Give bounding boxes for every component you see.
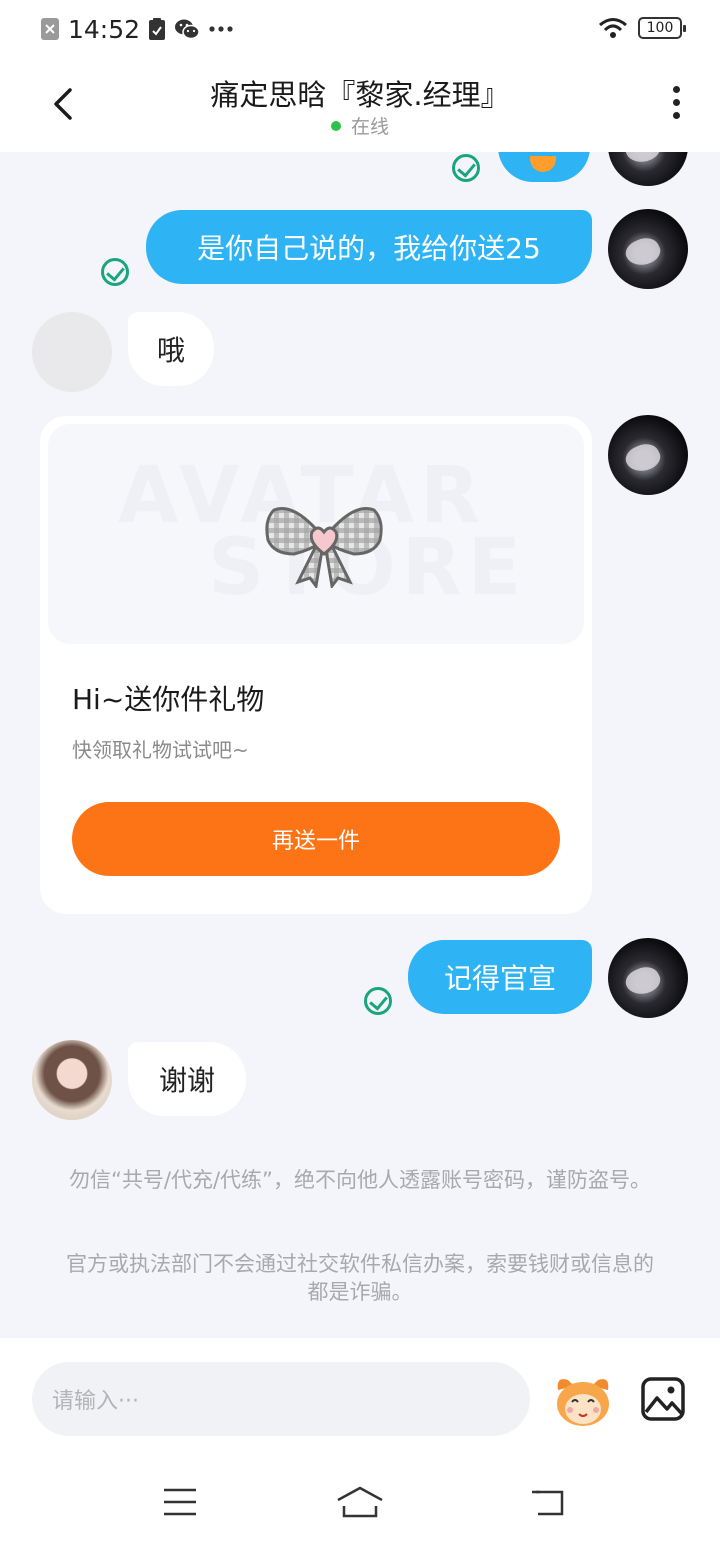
message-text: 是你自己说的，我给你送25 — [197, 232, 541, 265]
menu-icon[interactable] — [160, 1482, 200, 1522]
notification-close-icon — [41, 18, 59, 40]
gift-image: AVATAR STORE — [48, 424, 584, 644]
message-bubble-sent-partial[interactable] — [498, 152, 590, 182]
online-dot-icon — [330, 120, 341, 131]
more-vertical-icon[interactable] — [670, 86, 682, 126]
wechat-icon — [175, 19, 200, 40]
emoji-partial-icon — [530, 156, 556, 172]
battery-indicator: 100 — [638, 17, 686, 39]
gift-subtitle: 快领取礼物试试吧~ — [72, 738, 249, 762]
my-avatar[interactable] — [608, 415, 688, 495]
gift-bow-icon — [265, 507, 383, 588]
gift-title: Hi~送你件礼物 — [72, 683, 265, 716]
gift-card-message[interactable]: AVATAR STORE Hi~送你件礼物 快领取礼物试试吧~ 再送一件 — [40, 416, 592, 914]
message-bubble-received[interactable]: 谢谢 — [128, 1042, 246, 1116]
message-text: 谢谢 — [158, 1064, 215, 1097]
my-avatar[interactable] — [608, 938, 688, 1018]
home-icon[interactable] — [336, 1482, 384, 1522]
safety-notice: 勿信“共号/代充/代练”，绝不向他人透露账号密码，谨防盗号。 — [69, 1168, 651, 1192]
more-notifications-icon — [209, 26, 233, 32]
safety-notice: 官方或执法部门不会通过社交软件私信办案，索要钱财或信息的都是诈骗。 — [66, 1252, 654, 1304]
message-bubble-received[interactable]: 哦 — [128, 312, 214, 386]
message-input[interactable]: 请输入··· — [32, 1362, 530, 1436]
online-status-label: 在线 — [350, 116, 389, 138]
message-bubble-sent[interactable]: 是你自己说的，我给你送25 — [146, 210, 592, 284]
status-bar: 14:52 100 — [0, 0, 720, 58]
page-title: 痛定思晗『黎家.经理』 — [210, 78, 510, 112]
status-time: 14:52 — [68, 14, 141, 44]
wifi-icon — [599, 18, 627, 38]
image-icon[interactable] — [640, 1376, 686, 1422]
my-avatar[interactable] — [608, 209, 688, 289]
send-another-gift-button[interactable]: 再送一件 — [72, 802, 560, 876]
chat-message-list[interactable]: 是你自己说的，我给你送25 哦 AVATAR STORE Hi~送你件礼物 快领… — [0, 152, 720, 1338]
chat-header: 痛定思晗『黎家.经理』 在线 — [0, 58, 720, 152]
message-text: 哦 — [156, 334, 185, 367]
read-check-icon — [101, 258, 129, 286]
online-status: 在线 — [0, 112, 720, 139]
emoji-sticker-icon[interactable] — [552, 1372, 614, 1428]
back-nav-icon[interactable] — [528, 1482, 568, 1522]
read-check-icon — [364, 987, 392, 1015]
contact-avatar[interactable] — [32, 1040, 112, 1120]
message-bubble-sent[interactable]: 记得官宣 — [408, 940, 592, 1014]
my-avatar[interactable] — [608, 152, 688, 186]
clipboard-check-icon — [149, 18, 166, 40]
contact-avatar[interactable] — [32, 312, 112, 392]
message-input-bar: 请输入··· — [0, 1338, 720, 1544]
read-check-icon — [452, 154, 480, 182]
system-nav-bar — [0, 1470, 720, 1540]
message-text: 记得官宣 — [443, 962, 556, 995]
